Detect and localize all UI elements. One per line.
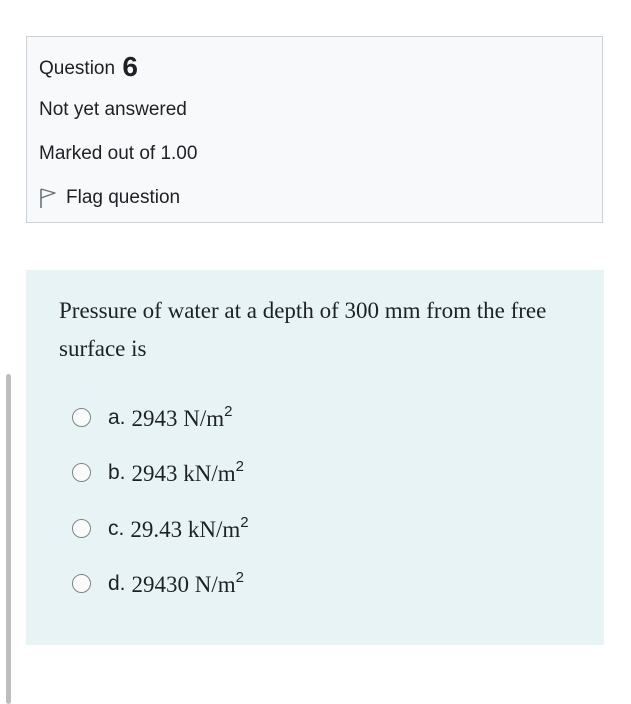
option-value: 29.43 kN/m [130,517,241,542]
flag-question-link[interactable]: Flag question [39,187,180,209]
flag-icon [39,187,57,209]
question-formulation: Pressure of water at a depth of 300 mm f… [26,270,604,645]
option-letter: c. [108,516,125,540]
question-text: Pressure of water at a depth of 300 mm f… [59,298,547,361]
radio-unchecked-icon[interactable] [72,408,91,427]
option-superscript: 2 [235,569,244,586]
question-info-panel: Question 6 Not yet answered Marked out o… [26,36,603,223]
option-letter: a. [108,405,126,429]
option-text: 2943 N/m2 [132,403,233,432]
option-superscript: 2 [224,403,233,420]
question-label: Question [39,58,116,79]
radio-unchecked-icon[interactable] [72,574,91,593]
answer-option-b[interactable]: b. 2943 kN/m2 [72,458,244,487]
option-value: 2943 kN/m [131,461,236,486]
option-letter: b. [108,460,126,484]
question-number: 6 [122,51,138,82]
answer-option-a[interactable]: a. 2943 N/m2 [72,403,233,432]
question-state: Not yet answered [39,99,187,120]
option-text: 29.43 kN/m2 [130,514,248,543]
radio-unchecked-icon[interactable] [72,519,91,538]
option-text: 29430 N/m2 [132,569,244,598]
answer-option-d[interactable]: d. 29430 N/m2 [72,569,244,598]
answer-option-c[interactable]: c. 29.43 kN/m2 [72,514,249,543]
question-title: Question 6 [39,51,138,83]
question-grade: Marked out of 1.00 [39,143,198,164]
option-superscript: 2 [240,514,249,531]
option-superscript: 2 [235,458,244,475]
flag-question-label: Flag question [66,187,181,208]
option-value: 2943 N/m [131,406,225,431]
option-text: 2943 kN/m2 [132,458,244,487]
option-letter: d. [108,571,126,595]
scrollbar[interactable] [6,374,11,704]
option-value: 29430 N/m [131,572,236,597]
radio-unchecked-icon[interactable] [72,463,91,482]
